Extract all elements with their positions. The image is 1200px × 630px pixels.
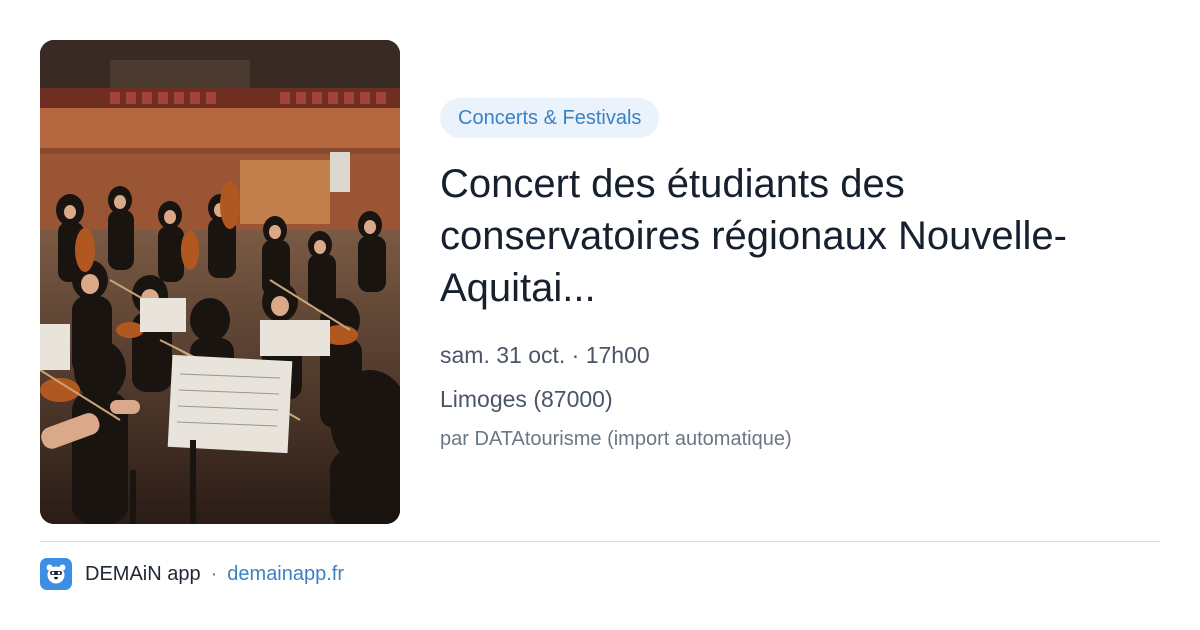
footer-divider [40,541,1160,542]
category-chip[interactable]: Concerts & Festivals [440,98,660,138]
event-photo [40,40,400,524]
site-footer: DEMAiN app · demainapp.fr [40,558,344,590]
demain-app-icon [40,558,72,590]
event-location: Limoges (87000) [440,386,613,412]
site-domain-link[interactable]: demainapp.fr [227,563,344,586]
footer-separator: · [210,562,218,585]
app-name: DEMAiN app [85,562,201,585]
event-preview-card[interactable]: Concerts & Festivals Concert des étudian… [0,0,1200,630]
event-details: Concerts & Festivals Concert des étudian… [440,98,1160,452]
orchestra-photo [40,40,400,524]
event-source: par DATAtourisme (import automatique) [440,428,792,450]
event-title[interactable]: Concert des étudiants des conservatoires… [440,158,1160,314]
event-datetime: sam. 31 oct. · 17h00 [440,342,650,368]
